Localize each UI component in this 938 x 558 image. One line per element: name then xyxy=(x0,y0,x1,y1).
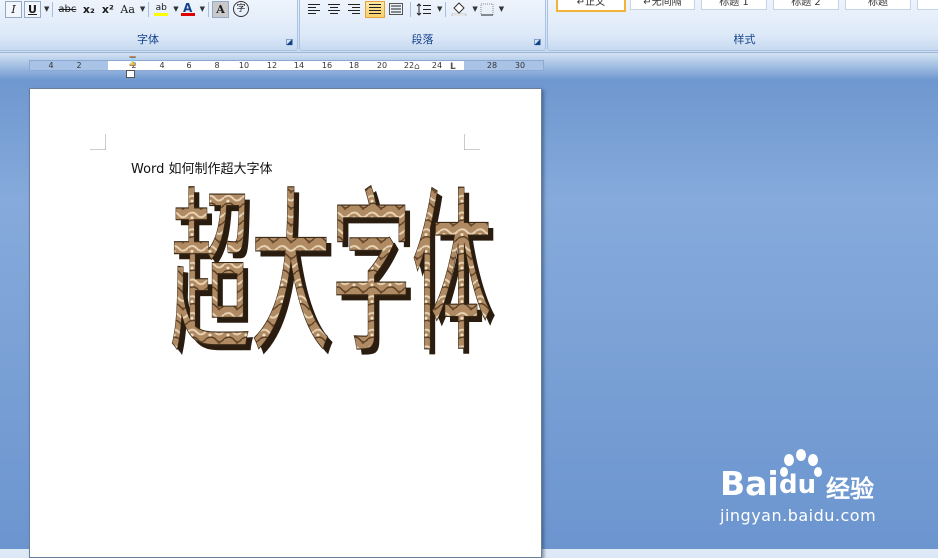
ruler-tick: 4 xyxy=(48,61,54,70)
borders-icon xyxy=(480,3,494,15)
ruler-tick: 24 xyxy=(431,61,443,70)
font-color-bar xyxy=(180,12,195,16)
right-indent-icon[interactable]: ⌂ xyxy=(414,63,420,72)
highlight-color-bar xyxy=(154,12,169,16)
font-group: I U ▼ abc x₂ x² Aa ▼ ab ▼ A ▼ A 字 字体 ◪ xyxy=(0,0,298,51)
divider xyxy=(148,1,150,17)
ruler-tick: 22 xyxy=(403,61,415,70)
justify-icon xyxy=(369,4,381,14)
align-center-button[interactable] xyxy=(325,1,343,18)
ruler-tick: 28 xyxy=(486,61,498,70)
ruler-tick: 20 xyxy=(376,61,388,70)
style-heading-1[interactable]: 标题 1 xyxy=(701,0,767,10)
document-page[interactable]: Word 如何制作超大字体 超大字体 超大字体 xyxy=(29,88,542,558)
underline-dropdown-icon[interactable]: ▼ xyxy=(44,5,49,13)
style-heading-2[interactable]: 标题 2 xyxy=(773,0,839,10)
superscript-button[interactable]: x² xyxy=(99,1,116,18)
highlight-button[interactable]: ab xyxy=(152,1,170,18)
shading-button[interactable] xyxy=(449,1,469,18)
style-no-spacing[interactable]: ↵无间隔 xyxy=(630,0,695,10)
font-color-button[interactable]: A xyxy=(179,1,197,18)
borders-dropdown-icon[interactable]: ▼ xyxy=(499,5,504,13)
distributed-button[interactable] xyxy=(387,1,405,18)
ribbon: I U ▼ abc x₂ x² Aa ▼ ab ▼ A ▼ A 字 字体 ◪ ▼… xyxy=(0,0,938,53)
style-normal[interactable]: ↵正文 xyxy=(556,0,626,12)
italic-button[interactable]: I xyxy=(5,0,22,18)
line-spacing-button[interactable] xyxy=(414,1,434,18)
wordart-text: 超大字体 xyxy=(170,177,492,367)
change-case-dropdown-icon[interactable]: ▼ xyxy=(140,5,145,13)
line-spacing-dropdown-icon[interactable]: ▼ xyxy=(437,5,442,13)
ruler-tick: 14 xyxy=(293,61,305,70)
margin-corner-top-right-icon xyxy=(464,134,480,150)
ruler-tick: 8 xyxy=(214,61,220,70)
left-indent-box-icon[interactable] xyxy=(126,70,135,78)
enclose-char-label: 字 xyxy=(233,1,250,17)
enclose-char-button[interactable]: 字 xyxy=(231,1,251,18)
tab-stop-icon[interactable]: L xyxy=(450,63,456,72)
ruler-tick: 2 xyxy=(76,61,82,70)
ruler-tick: 6 xyxy=(186,61,192,70)
font-color-dropdown-icon[interactable]: ▼ xyxy=(200,5,205,13)
distributed-icon xyxy=(389,3,403,15)
divider xyxy=(208,1,210,17)
watermark-logo-left: Bai xyxy=(720,464,779,503)
watermark-logo-right: du xyxy=(779,470,817,500)
ruler-tick: 18 xyxy=(348,61,360,70)
paint-bucket-icon xyxy=(452,2,467,16)
styles-group: ↵正文 ↵无间隔 标题 1 标题 2 标题 样式 xyxy=(547,0,938,51)
divider xyxy=(410,1,411,17)
align-right-button[interactable] xyxy=(345,1,363,18)
highlight-label: ab xyxy=(155,2,167,13)
watermark-product: 经验 xyxy=(826,475,874,503)
divider xyxy=(445,1,447,17)
ruler-tick: 10 xyxy=(238,61,250,70)
divider xyxy=(52,1,54,17)
subscript-button[interactable]: x₂ xyxy=(80,1,97,18)
document-line: Word 如何制作超大字体 xyxy=(131,162,273,177)
ruler-tick: 4 xyxy=(159,61,165,70)
watermark-url: jingyan.baidu.com xyxy=(720,506,877,525)
first-line-indent-icon[interactable]: ⌛ xyxy=(127,58,138,67)
strikethrough-button[interactable]: abc xyxy=(56,1,78,18)
align-center-icon xyxy=(328,4,340,14)
paragraph-group-title: 段落 xyxy=(411,33,434,46)
horizontal-ruler[interactable]: 4 2 2 4 6 8 10 12 14 16 18 20 22 24 28 3… xyxy=(29,58,544,72)
ruler-tick: 30 xyxy=(514,61,526,70)
wordart[interactable]: 超大字体 超大字体 xyxy=(170,177,500,367)
underline-button[interactable]: U xyxy=(24,0,41,18)
ruler-tick: 16 xyxy=(321,61,333,70)
align-left-icon xyxy=(308,4,320,14)
styles-group-title: 样式 xyxy=(733,33,756,46)
align-right-icon xyxy=(348,4,360,14)
ruler-tick: 12 xyxy=(266,61,278,70)
font-color-label: A xyxy=(183,0,193,15)
paragraph-dialog-launcher-icon[interactable]: ◪ xyxy=(533,37,542,46)
font-group-title: 字体 xyxy=(137,33,159,46)
margin-corner-top-left-icon xyxy=(90,134,106,150)
paragraph-group: ▼ ▼ ▼ 段落 ◪ xyxy=(299,0,546,51)
line-spacing-icon xyxy=(416,2,431,16)
char-shading-button[interactable]: A xyxy=(212,0,230,18)
font-dialog-launcher-icon[interactable]: ◪ xyxy=(285,37,294,46)
change-case-button[interactable]: Aa xyxy=(118,1,137,18)
borders-button[interactable] xyxy=(478,1,496,18)
style-more[interactable] xyxy=(917,0,938,10)
justify-button[interactable] xyxy=(365,0,385,18)
align-left-button[interactable] xyxy=(305,1,323,18)
style-title[interactable]: 标题 xyxy=(845,0,911,10)
